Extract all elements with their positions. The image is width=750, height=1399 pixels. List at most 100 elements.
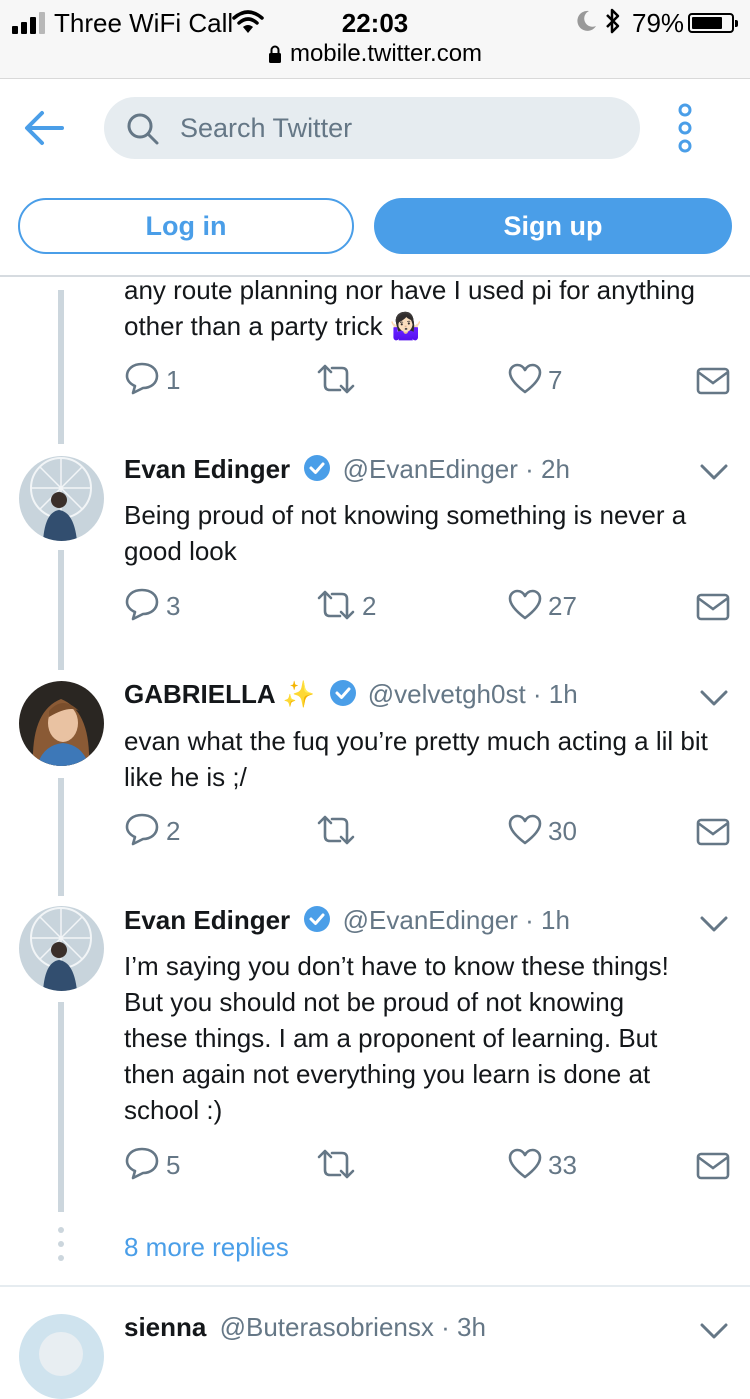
heart-icon (508, 363, 542, 394)
retweet-count: 2 (362, 591, 377, 621)
retweet-icon (317, 590, 355, 620)
sienna-avatar-image (19, 1314, 104, 1399)
sparkles-emoji: ✨ (282, 679, 316, 709)
retweet-button[interactable] (316, 360, 362, 400)
display-name[interactable]: GABRIELLA (124, 679, 276, 709)
retweet-button[interactable] (316, 811, 362, 851)
username[interactable]: @EvanEdinger (343, 454, 518, 484)
reply-count: 3 (166, 591, 181, 621)
reply-button[interactable]: 1 (124, 360, 180, 400)
tweet-header: GABRIELLA ✨ @velvetgh0st · 1h (124, 679, 578, 715)
tweet-text: I’m saying you don’t have to know these … (124, 951, 669, 1125)
separator-dot: · (441, 1312, 458, 1342)
envelope-icon (696, 593, 730, 621)
envelope-icon (696, 367, 730, 395)
sign-up-button[interactable]: Sign up (374, 198, 732, 254)
envelope-icon (696, 818, 730, 846)
avatar[interactable] (19, 456, 104, 541)
tweet-actions: 5 33 (124, 1145, 734, 1185)
direct-message-button[interactable] (696, 360, 730, 400)
more-replies-link[interactable]: 8 more replies (124, 1232, 289, 1263)
tweet-header: Evan Edinger @EvanEdinger · 1h (124, 905, 570, 941)
chevron-down-icon[interactable] (700, 915, 728, 933)
divider (0, 1285, 750, 1287)
display-name[interactable]: sienna (124, 1312, 206, 1342)
log-in-button[interactable]: Log in (18, 198, 354, 254)
tweet-actions: 2 30 (124, 811, 734, 851)
verified-badge-icon (329, 680, 356, 706)
tweet-header: Evan Edinger @EvanEdinger · 2h (124, 454, 570, 490)
battery-level-fill (692, 17, 723, 29)
envelope-icon (696, 1152, 730, 1180)
tweet-actions: 1 7 (124, 360, 734, 400)
battery-icon (688, 13, 738, 33)
reply-count: 1 (166, 365, 181, 395)
username[interactable]: @Buterasobriensx (220, 1312, 434, 1342)
thread-dots (58, 1227, 64, 1269)
direct-message-button[interactable] (696, 1145, 730, 1185)
chevron-down-icon[interactable] (700, 689, 728, 707)
address-bar[interactable]: mobile.twitter.com (0, 40, 750, 68)
display-name[interactable]: Evan Edinger (124, 454, 290, 484)
tweet-time[interactable]: 1h (549, 679, 578, 709)
display-name[interactable]: Evan Edinger (124, 905, 290, 935)
thread-line (58, 290, 64, 444)
url-text: mobile.twitter.com (289, 40, 483, 67)
tweet-time[interactable]: 3h (457, 1312, 486, 1342)
gabriella-avatar-image (19, 681, 104, 766)
status-bar: Three WiFi Call 22:03 79% mobile.twitter… (0, 0, 750, 79)
reply-icon (125, 813, 159, 846)
like-count: 30 (548, 816, 577, 846)
direct-message-button[interactable] (696, 811, 730, 851)
reply-icon (125, 362, 159, 395)
lock-icon (268, 45, 281, 63)
heart-icon (508, 1148, 542, 1179)
thread-line (58, 1002, 64, 1212)
avatar[interactable] (19, 906, 104, 991)
retweet-icon (317, 815, 355, 845)
like-button[interactable]: 30 (508, 811, 577, 851)
verified-badge-icon (304, 906, 331, 932)
tweet-header: sienna @Buterasobriensx · 3h (124, 1312, 486, 1348)
ferris-wheel-avatar-image (19, 906, 104, 991)
retweet-icon (317, 1149, 355, 1179)
retweet-button[interactable]: 2 (316, 586, 376, 626)
avatar[interactable] (19, 681, 104, 766)
back-arrow-icon[interactable] (22, 108, 66, 148)
reply-button[interactable]: 5 (124, 1145, 180, 1185)
search-icon (127, 113, 159, 145)
separator-dot: · (525, 454, 542, 484)
reply-count: 5 (166, 1150, 181, 1180)
thread-line (58, 778, 64, 896)
like-button[interactable]: 33 (508, 1145, 577, 1185)
separator-dot: · (525, 905, 542, 935)
direct-message-button[interactable] (696, 586, 730, 626)
reply-button[interactable]: 2 (124, 811, 180, 851)
separator-dot: · (532, 679, 549, 709)
like-button[interactable]: 7 (508, 360, 562, 400)
like-count: 27 (548, 591, 577, 621)
search-input[interactable] (180, 97, 620, 159)
chevron-down-icon[interactable] (700, 1322, 728, 1340)
battery-percentage: 79% (632, 8, 685, 38)
username[interactable]: @velvetgh0st (368, 679, 526, 709)
reply-count: 2 (166, 816, 181, 846)
chevron-down-icon[interactable] (700, 463, 728, 481)
tweet-text: evan what the fuq you’re pretty much act… (124, 726, 708, 792)
battery-nub (735, 20, 738, 27)
username[interactable]: @EvanEdinger (343, 905, 518, 935)
tweet-time[interactable]: 2h (541, 454, 570, 484)
avatar[interactable] (19, 1314, 104, 1399)
reply-icon (125, 1147, 159, 1180)
do-not-disturb-moon-icon (577, 10, 596, 31)
tweet-time[interactable]: 1h (541, 905, 570, 935)
like-button[interactable]: 27 (508, 586, 577, 626)
ferris-wheel-avatar-image (19, 456, 104, 541)
retweet-button[interactable] (316, 1145, 362, 1185)
reply-button[interactable]: 3 (124, 586, 180, 626)
heart-icon (508, 814, 542, 845)
like-count: 33 (548, 1150, 577, 1180)
search-box[interactable] (104, 97, 640, 159)
heart-icon (508, 589, 542, 620)
more-options-icon[interactable] (672, 102, 698, 154)
